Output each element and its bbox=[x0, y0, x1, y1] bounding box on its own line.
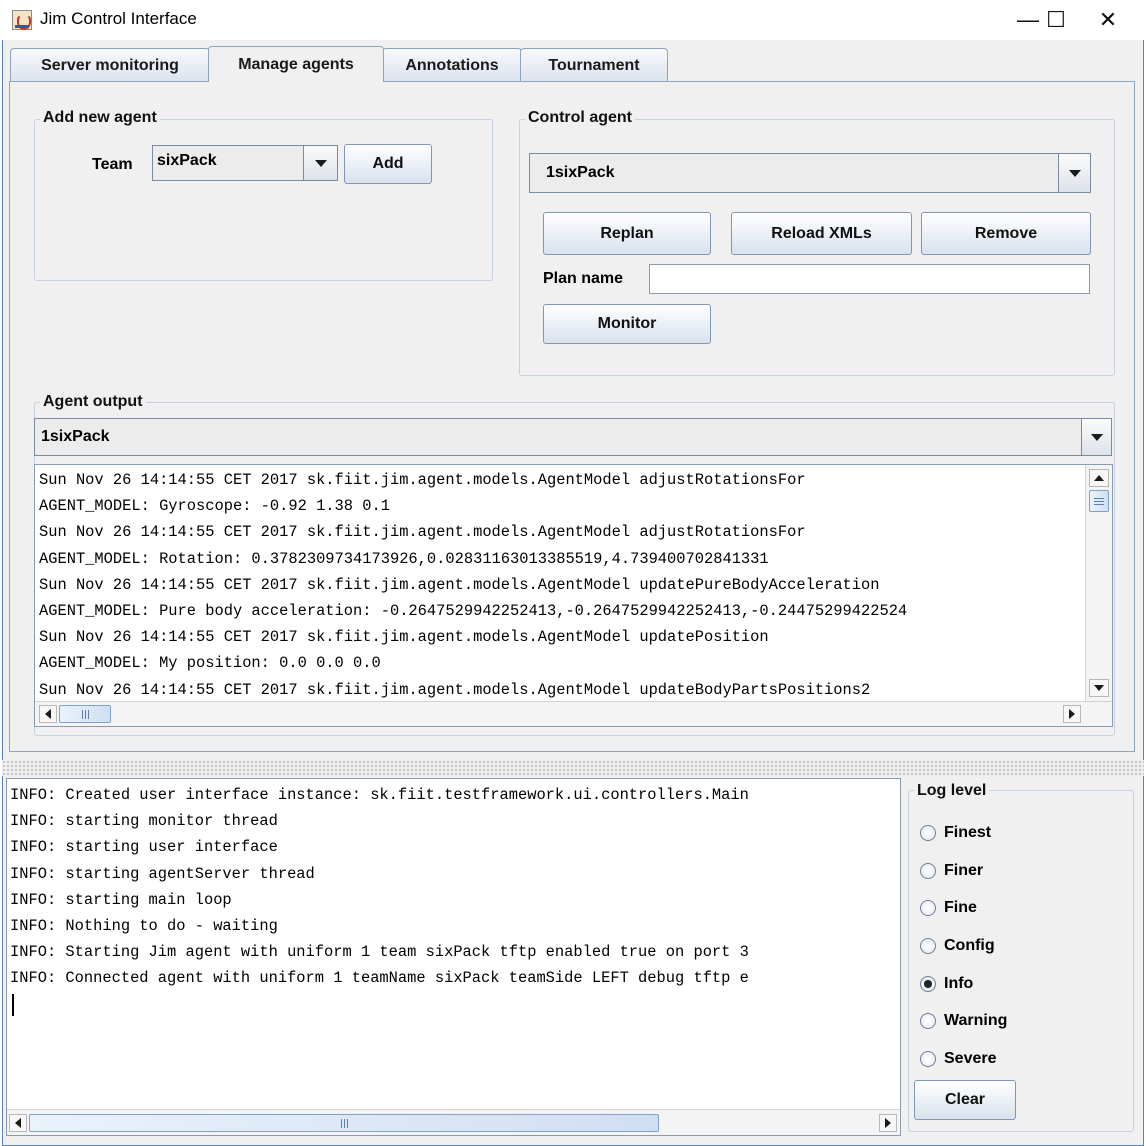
log-line: INFO: starting agentServer thread bbox=[10, 864, 315, 883]
log-level-option-severe[interactable]: Severe bbox=[920, 1040, 1007, 1078]
log-line: INFO: starting user interface bbox=[10, 838, 278, 857]
plan-name-input[interactable] bbox=[649, 264, 1090, 294]
log-line: INFO: Starting Jim agent with uniform 1 … bbox=[10, 943, 749, 962]
agent-output-horizontal-scrollbar[interactable] bbox=[35, 701, 1112, 726]
split-pane-divider[interactable] bbox=[2, 760, 1144, 776]
horizontal-scroll-thumb[interactable] bbox=[59, 705, 111, 723]
maximize-button[interactable]: ☐ bbox=[1028, 0, 1084, 40]
tab-annotations[interactable]: Annotations bbox=[382, 48, 522, 82]
agent-output-title: Agent output bbox=[40, 393, 146, 411]
radio-button-icon[interactable] bbox=[920, 824, 936, 841]
agent-output-textarea[interactable]: Sun Nov 26 14:14:55 CET 2017 sk.fiit.jim… bbox=[34, 464, 1113, 727]
clear-button[interactable]: Clear bbox=[914, 1080, 1016, 1120]
tab-manage-agents[interactable]: Manage agents bbox=[208, 46, 384, 82]
java-app-icon bbox=[12, 10, 32, 30]
monitor-button[interactable]: Monitor bbox=[543, 304, 711, 344]
agent-output-line: Sun Nov 26 14:14:55 CET 2017 sk.fiit.jim… bbox=[39, 471, 806, 489]
replan-button[interactable]: Replan bbox=[543, 212, 711, 255]
team-combobox-value: sixPack bbox=[157, 152, 217, 169]
agent-output-line: Sun Nov 26 14:14:55 CET 2017 sk.fiit.jim… bbox=[39, 628, 769, 647]
scroll-up-arrow-icon[interactable] bbox=[1089, 469, 1109, 487]
log-level-option-label: Finer bbox=[944, 861, 984, 879]
agent-output-line: Sun Nov 26 14:14:55 CET 2017 sk.fiit.jim… bbox=[39, 680, 871, 699]
team-combobox[interactable]: sixPack bbox=[152, 145, 338, 181]
control-agent-combobox-value: 1sixPack bbox=[546, 164, 615, 181]
close-button[interactable]: ✕ bbox=[1080, 0, 1136, 40]
log-horizontal-scrollbar[interactable] bbox=[7, 1109, 900, 1135]
radio-button-icon[interactable] bbox=[920, 862, 936, 879]
log-textarea[interactable]: INFO: Created user interface instance: s… bbox=[6, 778, 901, 1136]
control-agent-combobox[interactable]: 1sixPack bbox=[529, 153, 1091, 193]
window-title: Jim Control Interface bbox=[40, 9, 197, 28]
log-level-option-info[interactable]: Info bbox=[920, 965, 1007, 1003]
team-dropdown-arrow-icon[interactable] bbox=[303, 146, 337, 180]
agent-output-line: AGENT_MODEL: Gyroscope: -0.92 1.38 0.1 bbox=[39, 497, 390, 516]
log-viewport: INFO: Created user interface instance: s… bbox=[7, 779, 900, 1109]
agent-output-dropdown-arrow-icon[interactable] bbox=[1081, 419, 1111, 455]
log-scroll-right-arrow-icon[interactable] bbox=[879, 1114, 897, 1132]
add-agent-title: Add new agent bbox=[40, 109, 160, 127]
text-caret bbox=[12, 993, 14, 1016]
agent-output-line: AGENT_MODEL: My position: 0.0 0.0 0.0 bbox=[39, 654, 381, 673]
tab-tournament[interactable]: Tournament bbox=[520, 48, 668, 82]
radio-button-icon[interactable] bbox=[920, 900, 936, 917]
reload-xmls-button[interactable]: Reload XMLs bbox=[731, 212, 912, 255]
control-agent-dropdown-arrow-icon[interactable] bbox=[1058, 154, 1090, 192]
log-line: INFO: Created user interface instance: s… bbox=[10, 786, 749, 804]
log-level-option-finer[interactable]: Finer bbox=[920, 852, 1007, 890]
agent-output-line: AGENT_MODEL: Rotation: 0.378230973417392… bbox=[39, 549, 769, 568]
title-bar: Jim Control Interface — ☐ ✕ bbox=[0, 0, 1146, 40]
agent-output-line: Sun Nov 26 14:14:55 CET 2017 sk.fiit.jim… bbox=[39, 575, 880, 594]
agent-output-line: AGENT_MODEL: Pure body acceleration: -0.… bbox=[39, 602, 908, 621]
log-level-option-warning[interactable]: Warning bbox=[920, 1002, 1007, 1040]
log-level-option-label: Severe bbox=[944, 1049, 997, 1067]
log-level-option-finest[interactable]: Finest bbox=[920, 814, 1007, 852]
log-scroll-left-arrow-icon[interactable] bbox=[9, 1114, 27, 1132]
log-level-option-label: Config bbox=[944, 936, 995, 954]
radio-button-icon[interactable] bbox=[920, 1050, 936, 1067]
log-level-option-label: Finest bbox=[944, 823, 992, 841]
agent-output-combobox[interactable]: 1sixPack bbox=[34, 418, 1112, 456]
log-level-radio-list: Finest Finer Fine Config Info Warning Severe bbox=[920, 814, 1007, 1078]
plan-name-label: Plan name bbox=[543, 270, 624, 287]
log-level-option-fine[interactable]: Fine bbox=[920, 889, 1007, 927]
add-button[interactable]: Add bbox=[344, 144, 432, 184]
log-level-option-label: Info bbox=[944, 974, 974, 992]
log-line: INFO: starting monitor thread bbox=[10, 812, 278, 831]
log-level-option-label: Fine bbox=[944, 899, 977, 917]
log-line: INFO: starting main loop bbox=[10, 890, 232, 909]
scroll-left-arrow-icon[interactable] bbox=[39, 705, 57, 723]
scroll-down-arrow-icon[interactable] bbox=[1089, 679, 1109, 697]
remove-button[interactable]: Remove bbox=[921, 212, 1091, 255]
scroll-right-arrow-icon[interactable] bbox=[1063, 705, 1081, 723]
log-level-title: Log level bbox=[914, 782, 990, 800]
log-lines: INFO: Created user interface instance: s… bbox=[10, 782, 749, 992]
radio-button-icon[interactable] bbox=[920, 1013, 936, 1030]
team-label: Team bbox=[92, 156, 133, 173]
log-line: INFO: Connected agent with uniform 1 tea… bbox=[10, 969, 749, 988]
agent-output-combobox-value: 1sixPack bbox=[41, 428, 110, 445]
agent-output-vertical-scrollbar[interactable] bbox=[1085, 465, 1112, 701]
radio-button-icon[interactable] bbox=[920, 975, 936, 992]
log-level-option-config[interactable]: Config bbox=[920, 927, 1007, 965]
log-level-option-label: Warning bbox=[944, 1012, 1008, 1030]
agent-output-line: Sun Nov 26 14:14:55 CET 2017 sk.fiit.jim… bbox=[39, 523, 806, 542]
log-horizontal-scroll-thumb[interactable] bbox=[29, 1114, 659, 1132]
control-agent-title: Control agent bbox=[525, 109, 635, 127]
radio-button-icon[interactable] bbox=[920, 937, 936, 954]
log-line: INFO: Nothing to do - waiting bbox=[10, 917, 278, 936]
agent-output-lines: Sun Nov 26 14:14:55 CET 2017 sk.fiit.jim… bbox=[39, 467, 907, 701]
vertical-scroll-thumb[interactable] bbox=[1089, 490, 1109, 512]
agent-output-viewport: Sun Nov 26 14:14:55 CET 2017 sk.fiit.jim… bbox=[35, 465, 1085, 701]
tab-server-monitoring[interactable]: Server monitoring bbox=[10, 48, 210, 82]
